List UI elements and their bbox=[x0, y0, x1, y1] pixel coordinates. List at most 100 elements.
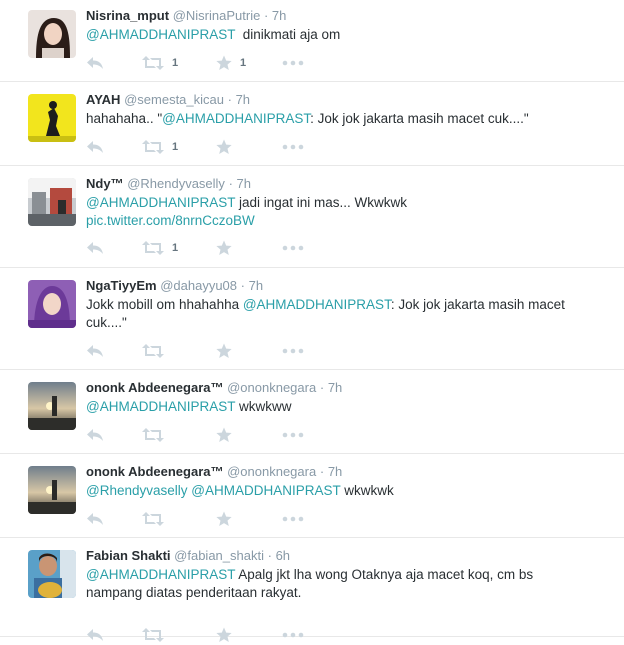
favorite-button[interactable] bbox=[216, 509, 232, 529]
tweet-content: AYAH @semesta_kicau · 7h hahahaha.. "@AHM… bbox=[86, 92, 614, 128]
retweet-button[interactable] bbox=[142, 425, 164, 445]
tweet-separator: · bbox=[319, 464, 325, 479]
pic-link[interactable]: pic.twitter.com/8nrnCczoBW bbox=[86, 213, 255, 228]
tweet-username[interactable]: @semesta_kicau bbox=[124, 92, 224, 107]
avatar-sunset-icon[interactable] bbox=[28, 466, 76, 514]
reply-button[interactable] bbox=[86, 625, 104, 645]
tweet-header: ononk Abdeenegara™ @ononknegara · 7h bbox=[86, 380, 614, 396]
mention-link[interactable]: @AHMADDHANIPRAST bbox=[162, 111, 310, 126]
tweet[interactable]: ononk Abdeenegara™ @ononknegara · 7h @AHM… bbox=[0, 370, 624, 454]
avatar-sunset-icon[interactable] bbox=[28, 382, 76, 430]
tweet-timestamp[interactable]: 7h bbox=[272, 8, 286, 23]
tweet-header: Nisrina_mput @NisrinaPutrie · 7h bbox=[86, 8, 614, 24]
more-button[interactable] bbox=[282, 425, 304, 445]
reply-button[interactable] bbox=[86, 425, 104, 445]
favorite-button[interactable] bbox=[216, 625, 232, 645]
tweet-fullname[interactable]: AYAH bbox=[86, 92, 120, 107]
tweet[interactable]: Nisrina_mput @NisrinaPutrie · 7h @AHMADDH… bbox=[0, 0, 624, 82]
tweet-username[interactable]: @ononknegara bbox=[227, 464, 316, 479]
tweet-text: @Rhendyvaselly @AHMADDHANIPRAST wkwkwk bbox=[86, 482, 614, 500]
tweet-separator: · bbox=[319, 380, 325, 395]
more-button[interactable] bbox=[282, 238, 304, 258]
tweet-fullname[interactable]: ononk Abdeenegara™ bbox=[86, 380, 223, 395]
favorite-button[interactable] bbox=[216, 137, 232, 157]
tweet-timestamp[interactable]: 7h bbox=[237, 176, 251, 191]
tweet[interactable]: ononk Abdeenegara™ @ononknegara · 7h @Rhe… bbox=[0, 454, 624, 538]
reply-button[interactable] bbox=[86, 509, 104, 529]
reply-button[interactable] bbox=[86, 341, 104, 361]
tweet-fullname[interactable]: Nisrina_mput bbox=[86, 8, 169, 23]
tweet-text: @AHMADDHANIPRAST dinikmati aja om bbox=[86, 26, 614, 44]
favorite-button[interactable] bbox=[216, 341, 232, 361]
avatar-girl-icon[interactable] bbox=[28, 10, 76, 58]
tweet-header: Ndy™ @Rhendyvaselly · 7h bbox=[86, 176, 614, 192]
mention-link[interactable]: @AHMADDHANIPRAST bbox=[86, 27, 235, 42]
reply-button[interactable] bbox=[86, 137, 104, 157]
tweet-timestamp[interactable]: 7h bbox=[249, 278, 263, 293]
avatar-street-icon[interactable] bbox=[28, 178, 76, 226]
tweet-actions: 1 bbox=[86, 137, 316, 157]
tweet[interactable]: Fabian Shakti @fabian_shakti · 6h @AHMADD… bbox=[0, 538, 624, 642]
more-button[interactable] bbox=[282, 509, 304, 529]
tweet-separator: · bbox=[263, 8, 269, 23]
more-button[interactable] bbox=[282, 341, 304, 361]
more-icon bbox=[282, 516, 304, 522]
tweet[interactable]: NgaTiyyEm @dahayyu08 · 7h Jokk mobill om … bbox=[0, 268, 624, 370]
tweet-separator: · bbox=[227, 92, 232, 107]
mention-link[interactable]: @AHMADDHANIPRAST bbox=[86, 567, 235, 582]
tweet-text-segment: dinikmati aja om bbox=[235, 27, 341, 42]
more-button[interactable] bbox=[282, 137, 304, 157]
tweet-fullname[interactable]: Ndy™ bbox=[86, 176, 124, 191]
retweet-button[interactable]: 1 bbox=[142, 53, 178, 73]
reply-button[interactable] bbox=[86, 53, 104, 73]
avatar-boy-guitar-icon[interactable] bbox=[28, 550, 76, 598]
tweet-content: NgaTiyyEm @dahayyu08 · 7h Jokk mobill om … bbox=[86, 278, 614, 332]
mention-link[interactable]: @AHMADDHANIPRAST bbox=[243, 297, 391, 312]
tweet-content: Ndy™ @Rhendyvaselly · 7h @AHMADDHANIPRAST… bbox=[86, 176, 614, 230]
retweet-button[interactable] bbox=[142, 509, 164, 529]
more-icon bbox=[282, 432, 304, 438]
favorite-button[interactable]: 1 bbox=[216, 53, 246, 73]
star-icon bbox=[216, 55, 232, 71]
retweet-button[interactable] bbox=[142, 341, 164, 361]
favorite-count: 1 bbox=[240, 57, 247, 69]
more-icon bbox=[282, 144, 304, 150]
tweet-timestamp[interactable]: 7h bbox=[328, 464, 342, 479]
tweet-text-segment: Apalg jkt lha wong Otaknya aja macet koq… bbox=[235, 567, 534, 582]
mention-link[interactable]: @Rhendyvaselly bbox=[86, 483, 188, 498]
timeline: Nisrina_mput @NisrinaPutrie · 7h @AHMADDH… bbox=[0, 0, 624, 642]
favorite-button[interactable] bbox=[216, 425, 232, 445]
retweet-icon bbox=[142, 140, 164, 154]
retweet-button[interactable] bbox=[142, 625, 164, 645]
tweet-username[interactable]: @Rhendyvaselly bbox=[127, 176, 225, 191]
more-icon bbox=[282, 348, 304, 354]
tweet-username[interactable]: @dahayyu08 bbox=[160, 278, 237, 293]
tweet-fullname[interactable]: Fabian Shakti bbox=[86, 548, 171, 563]
mention-link[interactable]: @AHMADDHANIPRAST bbox=[86, 399, 235, 414]
tweet-username[interactable]: @NisrinaPutrie bbox=[173, 8, 261, 23]
tweet-username[interactable]: @fabian_shakti bbox=[174, 548, 264, 563]
tweet-username[interactable]: @ononknegara bbox=[227, 380, 316, 395]
retweet-icon bbox=[142, 512, 164, 526]
tweet-content: ononk Abdeenegara™ @ononknegara · 7h @Rhe… bbox=[86, 464, 614, 500]
avatar-yellow-figure-icon[interactable] bbox=[28, 94, 76, 142]
star-icon bbox=[216, 511, 232, 527]
reply-button[interactable] bbox=[86, 238, 104, 258]
tweet-fullname[interactable]: NgaTiyyEm bbox=[86, 278, 157, 293]
mention-link[interactable]: @AHMADDHANIPRAST bbox=[86, 195, 235, 210]
tweet-timestamp[interactable]: 6h bbox=[276, 548, 290, 563]
tweet[interactable]: AYAH @semesta_kicau · 7h hahahaha.. "@AHM… bbox=[0, 82, 624, 166]
star-icon bbox=[216, 627, 232, 643]
retweet-button[interactable]: 1 bbox=[142, 238, 178, 258]
favorite-button[interactable] bbox=[216, 238, 232, 258]
mention-link[interactable]: @AHMADDHANIPRAST bbox=[191, 483, 340, 498]
avatar-hijab-icon[interactable] bbox=[28, 280, 76, 328]
tweet[interactable]: Ndy™ @Rhendyvaselly · 7h @AHMADDHANIPRAST… bbox=[0, 166, 624, 268]
more-button[interactable] bbox=[282, 53, 304, 73]
retweet-button[interactable]: 1 bbox=[142, 137, 178, 157]
tweet-fullname[interactable]: ononk Abdeenegara™ bbox=[86, 464, 223, 479]
tweet-timestamp[interactable]: 7h bbox=[328, 380, 342, 395]
retweet-icon bbox=[142, 628, 164, 642]
more-button[interactable] bbox=[282, 625, 304, 645]
tweet-timestamp[interactable]: 7h bbox=[236, 92, 250, 107]
